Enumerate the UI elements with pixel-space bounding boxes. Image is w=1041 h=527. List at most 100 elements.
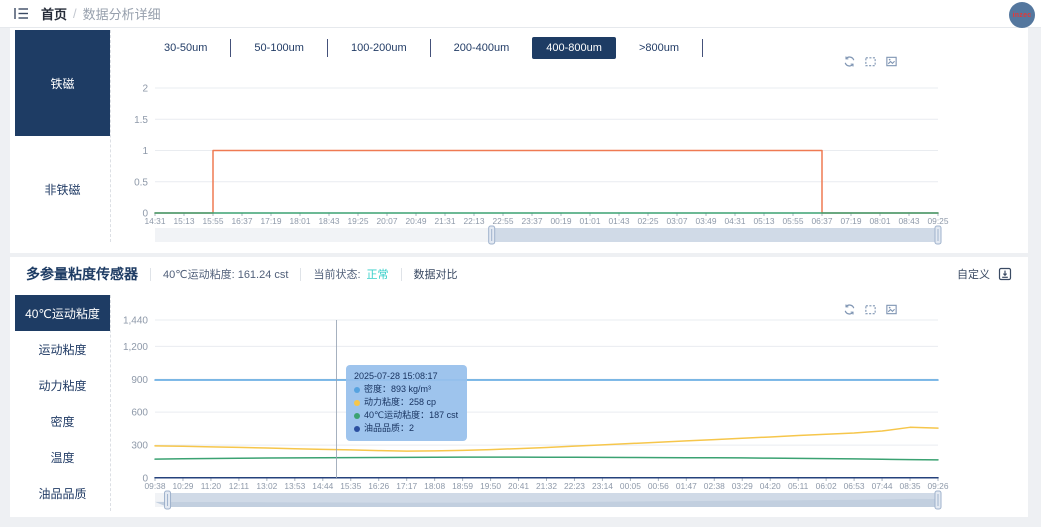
svg-text:17:17: 17:17 <box>396 481 417 491</box>
sensor-tab-0[interactable]: 40℃运动粘度 <box>15 295 110 331</box>
sensor-tab-4[interactable]: 温度 <box>15 439 110 475</box>
svg-text:07:44: 07:44 <box>872 481 893 491</box>
svg-text:00:19: 00:19 <box>551 216 572 226</box>
svg-text:08:35: 08:35 <box>900 481 921 491</box>
size-filter-button[interactable]: 200-400um <box>440 37 524 59</box>
collapse-sidebar-icon[interactable] <box>14 7 29 20</box>
svg-text:01:47: 01:47 <box>676 481 697 491</box>
svg-text:16:37: 16:37 <box>232 216 253 226</box>
header-divider <box>150 267 151 281</box>
button-separator <box>230 39 232 57</box>
breadcrumb-current: 数据分析详细 <box>82 7 161 22</box>
chart1-datazoom-slider[interactable] <box>155 228 938 246</box>
svg-text:22:55: 22:55 <box>493 216 514 226</box>
svg-text:2: 2 <box>142 84 148 95</box>
viscosity-stat: 40℃运动粘度: 161.24 cst <box>163 269 289 281</box>
svg-text:1,200: 1,200 <box>123 342 148 353</box>
restore-icon[interactable] <box>843 55 856 68</box>
series-dot <box>354 425 360 432</box>
svg-text:09:38: 09:38 <box>145 481 166 491</box>
svg-text:13:53: 13:53 <box>284 481 305 491</box>
save-image-icon[interactable] <box>885 55 898 68</box>
svg-text:15:55: 15:55 <box>203 216 224 226</box>
svg-text:20:41: 20:41 <box>508 481 529 491</box>
size-filter-button[interactable]: 400-800um <box>532 37 616 59</box>
tooltip-crosshair-line <box>336 320 337 478</box>
svg-text:03:29: 03:29 <box>732 481 753 491</box>
svg-text:05:55: 05:55 <box>783 216 804 226</box>
particle-trend-chart[interactable]: 00.511.5214:31 15:13 15:55 16:37 17:19 18:01 1… <box>110 70 1010 250</box>
svg-text:0.5: 0.5 <box>134 177 148 188</box>
status-label: 当前状态: <box>313 269 361 281</box>
series-dot <box>354 386 360 393</box>
sensor-tab-1[interactable]: 运动粘度 <box>15 331 110 367</box>
svg-text:11:20: 11:20 <box>201 481 222 491</box>
svg-text:17:19: 17:19 <box>261 216 282 226</box>
svg-text:23:37: 23:37 <box>522 216 543 226</box>
svg-text:00:56: 00:56 <box>648 481 669 491</box>
sensor-header: 多参量粘度传感器 40℃运动粘度: 161.24 cst 当前状态: 正常 数据… <box>10 257 1028 291</box>
button-separator <box>429 39 431 57</box>
svg-text:18:08: 18:08 <box>424 481 445 491</box>
svg-text:03:07: 03:07 <box>667 216 688 226</box>
svg-text:21:32: 21:32 <box>536 481 557 491</box>
svg-text:1.5: 1.5 <box>134 115 148 126</box>
series-dot <box>354 412 360 419</box>
sensor-tab-3[interactable]: 密度 <box>15 403 110 439</box>
svg-text:19:25: 19:25 <box>348 216 369 226</box>
svg-text:00:05: 00:05 <box>620 481 641 491</box>
series-dot <box>354 399 360 406</box>
viscosity-trend-chart[interactable]: 03006009001,2001,44009:38 10:29 11:20 12:11… <box>110 312 1010 512</box>
svg-text:08:43: 08:43 <box>899 216 920 226</box>
svg-text:03:49: 03:49 <box>696 216 717 226</box>
svg-text:22:23: 22:23 <box>564 481 585 491</box>
svg-text:16:26: 16:26 <box>368 481 389 491</box>
svg-text:14:31: 14:31 <box>145 216 166 226</box>
svg-text:07:19: 07:19 <box>841 216 862 226</box>
svg-text:20:49: 20:49 <box>406 216 427 226</box>
breadcrumb-home-link[interactable]: 首页 <box>41 4 67 23</box>
svg-text:18:01: 18:01 <box>290 216 311 226</box>
sensor-tab-5[interactable]: 油品品质 <box>15 475 110 511</box>
svg-text:01:01: 01:01 <box>580 216 601 226</box>
svg-text:19:50: 19:50 <box>480 481 501 491</box>
svg-text:18:59: 18:59 <box>452 481 473 491</box>
svg-text:23:14: 23:14 <box>592 481 613 491</box>
tooltip-item: 密度：893 kg/m³ <box>354 383 458 396</box>
chart2-datazoom-slider[interactable] <box>155 493 938 511</box>
svg-text:1,440: 1,440 <box>123 316 148 327</box>
svg-text:22:13: 22:13 <box>464 216 485 226</box>
data-compare-link[interactable]: 数据对比 <box>414 266 458 282</box>
breadcrumb-separator: / <box>73 6 77 21</box>
size-filter-button[interactable]: 100-200um <box>337 37 421 59</box>
sensor-tab-2[interactable]: 动力粘度 <box>15 367 110 403</box>
svg-text:15:35: 15:35 <box>340 481 361 491</box>
size-filter-button[interactable]: >800um <box>625 37 693 59</box>
size-filter-button[interactable]: 50-100um <box>240 37 318 59</box>
svg-text:05:13: 05:13 <box>754 216 775 226</box>
marquee-zoom-icon[interactable] <box>864 55 877 68</box>
avatar[interactable]: inzec <box>1009 2 1035 28</box>
svg-text:09:25: 09:25 <box>928 216 949 226</box>
particle-tab-1[interactable]: 非铁磁 <box>15 136 110 242</box>
export-icon[interactable] <box>998 267 1012 281</box>
svg-text:14:44: 14:44 <box>312 481 333 491</box>
customize-button[interactable]: 自定义 <box>957 266 990 282</box>
svg-text:15:13: 15:13 <box>174 216 195 226</box>
svg-text:01:43: 01:43 <box>609 216 630 226</box>
svg-text:02:25: 02:25 <box>638 216 659 226</box>
chart-tooltip: 2025-07-28 15:08:17 密度：893 kg/m³ 动力粘度：25… <box>346 365 468 441</box>
tooltip-item: 动力粘度：258 cp <box>354 396 458 409</box>
header-divider <box>300 267 302 281</box>
tooltip-item: 40℃运动粘度：187 cst <box>354 409 458 422</box>
particle-card: 铁磁 非铁磁 30-50um 50-100um 100-200um 200-400um 4… <box>10 28 1028 253</box>
particle-tab-0[interactable]: 铁磁 <box>15 30 110 136</box>
svg-text:12:11: 12:11 <box>229 481 250 491</box>
size-filter-group: 30-50um 50-100um 100-200um 200-400um 400-800… <box>150 35 703 61</box>
svg-text:06:37: 06:37 <box>812 216 833 226</box>
size-filter-button[interactable]: 30-50um <box>150 37 221 59</box>
svg-text:04:20: 04:20 <box>760 481 781 491</box>
svg-text:05:11: 05:11 <box>788 481 809 491</box>
svg-text:18:43: 18:43 <box>319 216 340 226</box>
breadcrumb: 首页 / 数据分析详细 <box>41 4 161 23</box>
